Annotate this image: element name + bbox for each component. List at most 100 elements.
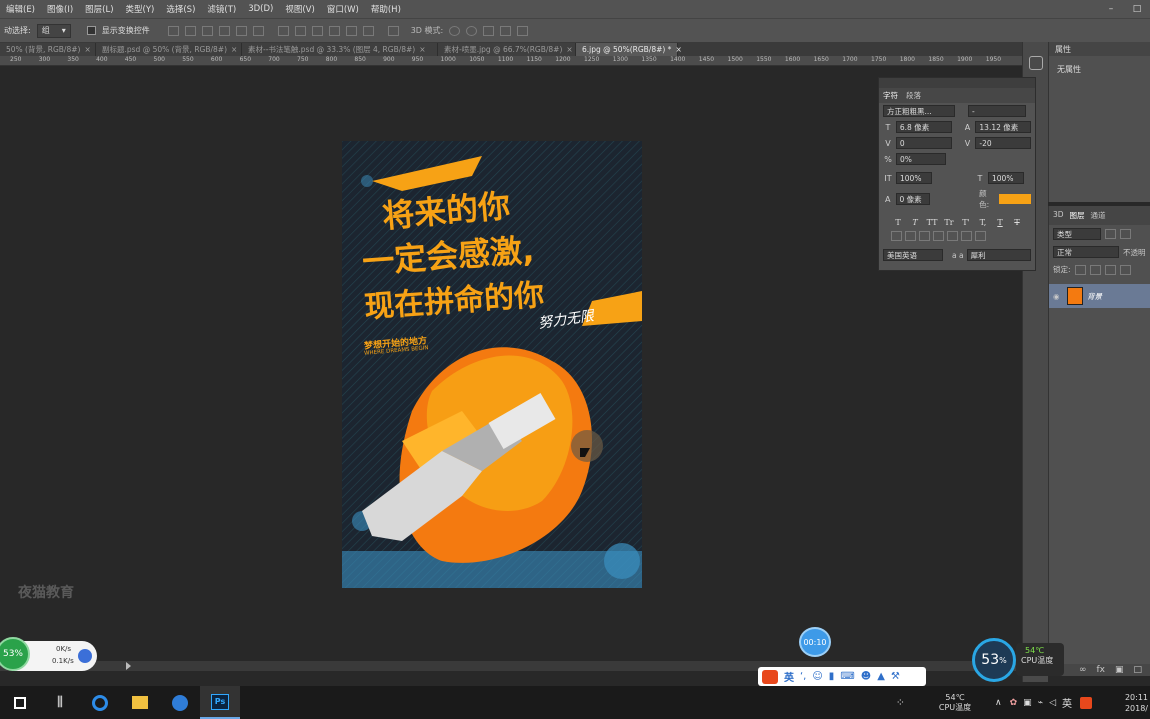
close-icon[interactable]: × (231, 45, 237, 54)
align-vcenter-icon[interactable] (184, 25, 196, 36)
filter-pixel-icon[interactable] (1105, 229, 1116, 239)
layer-kind-dropdown[interactable]: 类型 (1053, 228, 1101, 240)
mask-icon[interactable]: ▣ (1115, 665, 1124, 675)
tab-doc-1[interactable]: 50% (背景, RGB/8#) × (0, 43, 96, 56)
faux-bold-button[interactable]: T (891, 218, 905, 227)
document-canvas[interactable]: 将来的你 一定会感激, 现在拼命的你 努力无限 梦想开始的地方 WHERE DR… (342, 141, 642, 588)
blend-mode-dropdown[interactable]: 正常 (1053, 246, 1119, 258)
pan-3d-icon[interactable] (483, 25, 495, 36)
distribute-left-icon[interactable] (328, 25, 340, 36)
antialias-dropdown[interactable]: 犀利 (966, 249, 1031, 261)
vertical-scale-field[interactable]: 100% (896, 172, 932, 184)
menu-view[interactable]: 视图(V) (279, 3, 320, 15)
task-view-button[interactable]: ⫼ (40, 686, 80, 719)
tray-ime[interactable]: 英 (1062, 695, 1072, 710)
person-icon[interactable]: ⁘ (896, 696, 905, 709)
menu-3d[interactable]: 3D(D) (242, 4, 279, 14)
align-bottom-icon[interactable] (201, 25, 213, 36)
tray-flower-icon[interactable]: ✿ (1010, 698, 1018, 708)
tab-3d[interactable]: 3D (1053, 210, 1064, 221)
menu-image[interactable]: 图像(I) (41, 3, 79, 15)
small-caps-button[interactable]: Tr (942, 218, 956, 227)
lock-position-icon[interactable] (1104, 264, 1116, 275)
tab-doc-2[interactable]: 副标题.psd @ 50% (背景, RGB/8#) × (96, 43, 242, 56)
distribute-bottom-icon[interactable] (311, 25, 323, 36)
faux-italic-button[interactable]: T (908, 218, 922, 227)
font-size-field[interactable]: 6.8 像素 (895, 121, 952, 133)
lock-all-icon[interactable] (1119, 264, 1131, 275)
fx-icon[interactable]: fx (1097, 665, 1106, 675)
leading-field[interactable]: 13.12 像素 (975, 121, 1031, 133)
tab-doc-3[interactable]: 素材--书法笔触.psd @ 33.3% (图层 4, RGB/8#) × (242, 43, 438, 56)
color-swatch[interactable] (998, 194, 1031, 204)
ime-toolbar[interactable]: 英 ‘, ☺ ▮ ⌨ ☻ ▲ ⚒ (758, 667, 926, 686)
accelerate-icon[interactable] (78, 649, 92, 663)
auto-select-dropdown[interactable]: 组 ▾ (36, 23, 71, 38)
tab-doc-4[interactable]: 素材-喷墨.jpg @ 66.7%(RGB/8#) × (438, 43, 576, 56)
font-family-dropdown[interactable]: 方正粗粗黑... (883, 105, 955, 117)
language-dropdown[interactable]: 美国英语 (883, 249, 943, 261)
link-icon[interactable]: ∞ (1079, 665, 1087, 675)
superscript-button[interactable]: T' (959, 218, 973, 227)
align-top-icon[interactable] (167, 25, 179, 36)
horizontal-scale-field[interactable]: 100% (988, 172, 1024, 184)
strikethrough-button[interactable]: T (1010, 218, 1024, 227)
rotate-3d-icon[interactable] (449, 25, 461, 36)
ligature-icon[interactable] (891, 231, 902, 241)
close-icon[interactable]: × (419, 45, 425, 54)
roll-3d-icon[interactable] (466, 25, 478, 36)
tray-chevron-icon[interactable]: ∧ (995, 698, 1002, 708)
character-panel-header[interactable] (879, 78, 1035, 88)
user-icon[interactable]: ☻ (861, 671, 871, 682)
clock[interactable]: 20:11 2018/ (1098, 692, 1148, 714)
close-icon[interactable]: × (566, 45, 572, 54)
align-right-icon[interactable] (252, 25, 264, 36)
punctuation-icon[interactable]: ‘, (800, 671, 806, 682)
kerning-field[interactable]: 0 (895, 137, 952, 149)
ordinals-icon[interactable] (961, 231, 972, 241)
new-layer-icon[interactable]: □ (1134, 665, 1143, 675)
ime-language[interactable]: 英 (784, 669, 794, 684)
tab-layers[interactable]: 图层 (1070, 210, 1085, 221)
auto-align-icon[interactable] (387, 25, 399, 36)
menu-select[interactable]: 选择(S) (160, 3, 201, 15)
lock-pixels-icon[interactable] (1074, 264, 1086, 275)
recording-timer[interactable]: 00:10 (799, 627, 831, 657)
stylistic-icon[interactable] (933, 231, 944, 241)
layer-row-background[interactable]: ◉ 背景 (1049, 284, 1150, 308)
filter-adjust-icon[interactable] (1120, 229, 1131, 239)
distribute-top-icon[interactable] (277, 25, 289, 36)
menu-filter[interactable]: 滤镜(T) (201, 3, 242, 15)
minimize-icon[interactable]: – (1098, 0, 1124, 18)
edge-button[interactable] (80, 686, 120, 719)
emoji-icon[interactable]: ☺ (812, 671, 822, 682)
hand-tool-icon[interactable] (1028, 56, 1043, 70)
tab-channels[interactable]: 通道 (1091, 210, 1106, 221)
slide-3d-icon[interactable] (500, 25, 512, 36)
keyboard-icon[interactable]: ⌨ (840, 671, 854, 682)
start-button[interactable] (0, 686, 40, 719)
eye-icon[interactable]: ◉ (1053, 292, 1063, 301)
sogou-tray-icon[interactable] (1080, 696, 1092, 709)
menu-type[interactable]: 类型(Y) (120, 3, 161, 15)
menu-edit[interactable]: 编辑(E) (0, 3, 41, 15)
close-icon[interactable]: × (84, 45, 90, 54)
tab-doc-active[interactable]: 6.jpg @ 50%(RGB/8#) * × (576, 43, 682, 56)
scroll-right-icon[interactable] (126, 662, 131, 670)
subscript-button[interactable]: T, (976, 218, 990, 227)
distribute-vcenter-icon[interactable] (294, 25, 306, 36)
cpu-temp-widget[interactable]: 54℃ CPU温度 (1016, 643, 1064, 676)
scale-3d-icon[interactable] (517, 25, 529, 36)
tsume-field[interactable]: 0% (896, 153, 946, 165)
sogou-browser-button[interactable] (160, 686, 200, 719)
tracking-field[interactable]: -20 (975, 137, 1031, 149)
tray-cpu-temp[interactable]: 54℃ CPU温度 (929, 693, 981, 713)
distribute-right-icon[interactable] (362, 25, 374, 36)
wifi-icon[interactable]: ⌁ (1038, 698, 1043, 708)
network-monitor-widget[interactable]: 53% 0K/s 0.1K/s (0, 637, 97, 671)
tab-character[interactable]: 字符 (883, 90, 898, 101)
menu-help[interactable]: 帮助(H) (365, 3, 407, 15)
menu-layer[interactable]: 图层(L) (79, 3, 119, 15)
skin-icon[interactable]: ▲ (877, 671, 885, 682)
volume-icon[interactable]: ◁ (1049, 698, 1056, 708)
